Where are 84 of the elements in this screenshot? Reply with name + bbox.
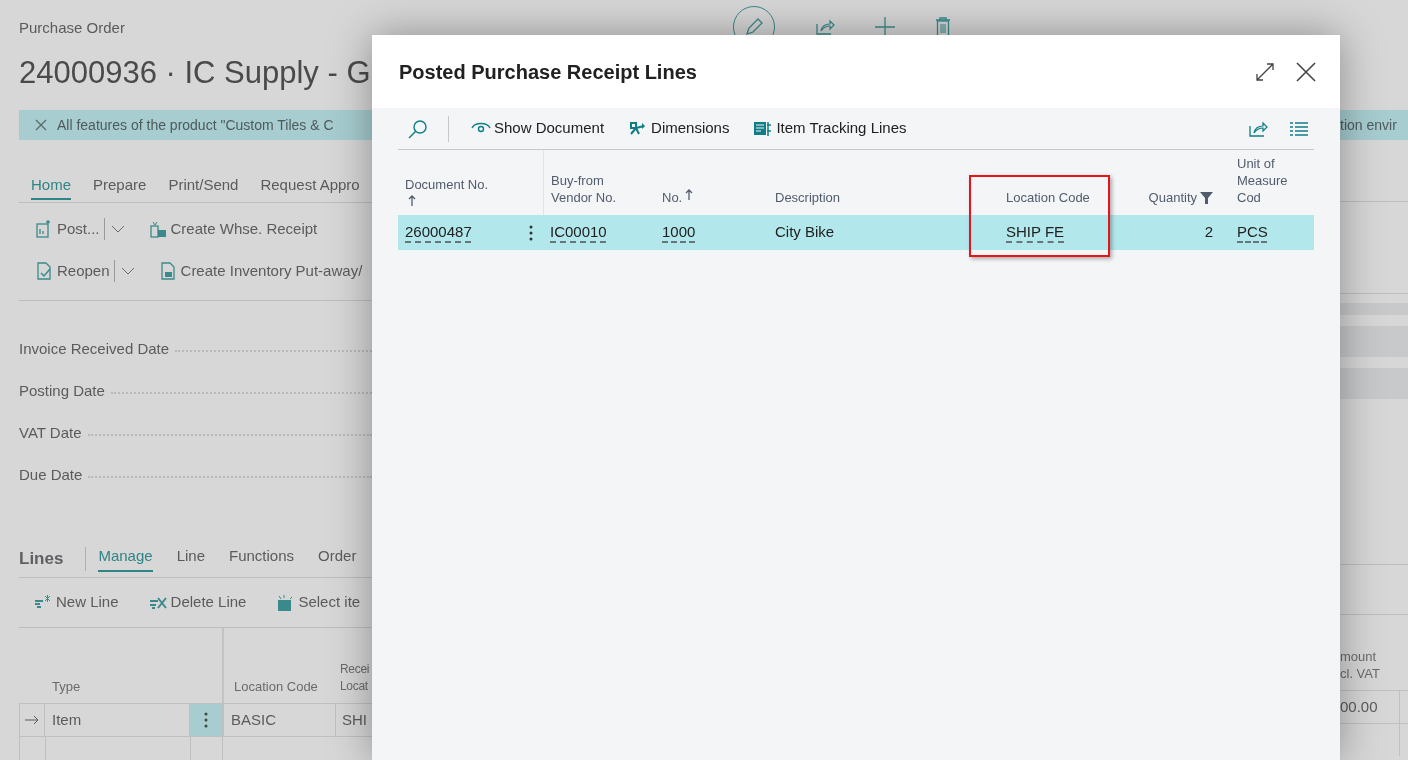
- row-menu-button[interactable]: [529, 224, 533, 241]
- action-button[interactable]: Item Tracking Lines: [753, 117, 907, 140]
- table-link[interactable]: 26000487: [405, 221, 472, 244]
- share-button[interactable]: [815, 18, 835, 36]
- page-caption: Purchase Order: [19, 18, 126, 38]
- column-header: Type: [52, 678, 81, 695]
- search-button[interactable]: [408, 118, 428, 139]
- section-title: Lines: [19, 546, 87, 571]
- field-label: VAT Date: [19, 422, 82, 443]
- delete-button[interactable]: [935, 17, 951, 37]
- field-value-box: [1340, 326, 1408, 357]
- column-header: Unit of Measure Cod: [1237, 155, 1289, 206]
- more-icon: [529, 224, 533, 241]
- trash-icon: [935, 17, 951, 37]
- action-button[interactable]: Create Whse. Receipt: [148, 217, 318, 241]
- document-icon: [158, 262, 177, 280]
- expand-button[interactable]: [1256, 62, 1274, 81]
- dialog-title: Posted Purchase Receipt Lines: [399, 59, 698, 85]
- more-icon: [204, 712, 208, 728]
- tab[interactable]: Functions: [229, 545, 295, 572]
- action-button[interactable]: Select ite: [276, 591, 361, 614]
- action-button[interactable]: Create Inventory Put-away/: [158, 259, 363, 283]
- column-header: No.: [662, 189, 683, 206]
- table-cell-text: 2: [1204, 222, 1213, 243]
- action-button[interactable]: Show Document: [471, 117, 605, 140]
- list-view-button[interactable]: [1290, 121, 1308, 136]
- column-header: Description: [775, 189, 841, 206]
- action-button[interactable]: Dimensions: [628, 117, 730, 140]
- search-icon: [408, 118, 428, 139]
- action-button[interactable]: New Line: [34, 591, 119, 614]
- field-value-box: [1340, 368, 1408, 399]
- list-icon: [1290, 121, 1308, 136]
- banner-text: tion envir: [1340, 115, 1397, 135]
- tab[interactable]: Prepare: [93, 173, 147, 201]
- tab[interactable]: Line: [176, 545, 205, 572]
- page-title: 24000936 · IC Supply - G: [19, 54, 372, 92]
- table-link[interactable]: IC00010: [550, 221, 607, 244]
- table-link[interactable]: 1000: [662, 221, 696, 244]
- new-button[interactable]: [875, 17, 895, 37]
- chevron-down-icon: [110, 225, 125, 233]
- column-header: mount cl. VAT: [1340, 648, 1380, 682]
- dropdown-button[interactable]: [113, 260, 135, 282]
- banner-text: All features of the product "Custom Tiles & C: [57, 115, 334, 135]
- field-value-box: [1340, 303, 1408, 315]
- document-icon: [35, 262, 53, 280]
- table-cell: BASIC: [222, 704, 336, 736]
- close-icon: [1296, 61, 1316, 82]
- share-icon: [815, 18, 835, 36]
- action-button[interactable]: Reopen: [35, 259, 110, 283]
- expand-icon: [1256, 62, 1274, 81]
- close-button[interactable]: [1296, 61, 1316, 82]
- close-icon: [35, 119, 47, 131]
- share-icon: [1248, 119, 1268, 138]
- column-header: Document No.: [405, 176, 489, 193]
- tab[interactable]: Order: [318, 545, 357, 572]
- dropdown-button[interactable]: [103, 218, 125, 240]
- table-cell-text: SHI: [341, 709, 368, 730]
- tab[interactable]: Home: [31, 173, 71, 201]
- document-icon: [148, 220, 167, 238]
- pencil-icon: [744, 17, 764, 37]
- plus-icon: [875, 17, 895, 37]
- table-cell-text: City Bike: [775, 222, 835, 243]
- document-icon: [35, 220, 53, 238]
- action-button[interactable]: Post...: [35, 217, 100, 241]
- column-header: Location Code: [234, 678, 318, 695]
- line-action-icon: [34, 594, 52, 611]
- chevron-down-icon: [120, 267, 135, 275]
- share-button[interactable]: [1248, 119, 1268, 138]
- tab[interactable]: Request Appro: [260, 173, 360, 201]
- column-header: Location Code: [1006, 189, 1090, 206]
- column-header: Quantity: [1148, 189, 1197, 206]
- action-button[interactable]: Delete Line: [148, 591, 247, 614]
- action-icon: [753, 119, 774, 138]
- field-label: Posting Date: [19, 380, 105, 401]
- tab[interactable]: Print/Send: [168, 173, 239, 201]
- field-label: Invoice Received Date: [19, 338, 170, 359]
- line-action-icon: [276, 594, 295, 611]
- column-header: Recei Locat: [340, 661, 370, 695]
- table-row[interactable]: 26000487 IC00010 1000 City Bike SHIP FE 2 PCS: [398, 215, 1314, 250]
- table-link[interactable]: SHIP FE: [1006, 221, 1065, 244]
- tab[interactable]: Manage: [98, 545, 153, 572]
- column-header: Buy-from Vendor No.: [551, 172, 617, 206]
- table-link[interactable]: PCS: [1237, 221, 1268, 244]
- field-label: Due Date: [19, 464, 83, 485]
